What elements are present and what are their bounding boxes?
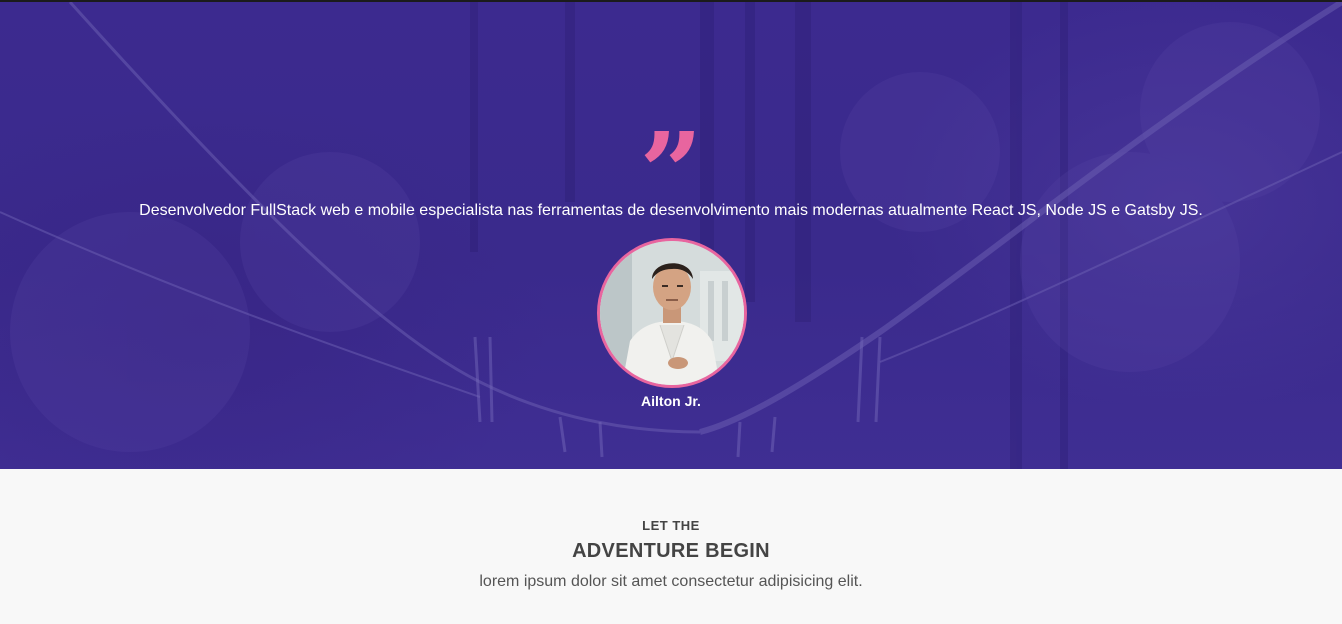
testimonial-text: Desenvolvedor FullStack web e mobile esp… <box>139 202 1203 219</box>
adventure-section: LET THE ADVENTURE BEGIN lorem ipsum dolo… <box>0 469 1342 624</box>
author-photo <box>600 241 744 385</box>
testimonial-hero: ” Desenvolvedor FullStack web e mobile e… <box>0 2 1342 469</box>
quote-icon: ” <box>0 120 1342 180</box>
author-name: Ailton Jr. <box>641 393 701 409</box>
author-avatar <box>597 238 747 388</box>
section-title: ADVENTURE BEGIN <box>572 540 770 562</box>
section-eyebrow: LET THE <box>642 518 700 533</box>
section-subtitle: lorem ipsum dolor sit amet consectetur a… <box>479 573 863 590</box>
